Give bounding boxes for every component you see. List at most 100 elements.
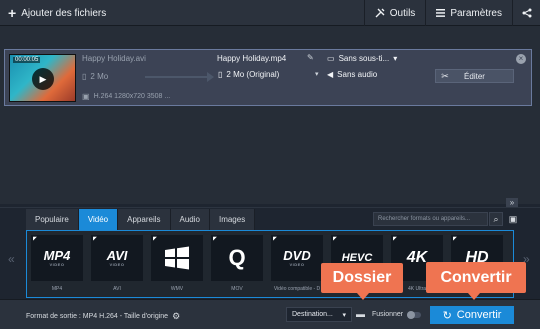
toolbar-right: Outils Paramètres [363, 0, 540, 26]
folder-callout-tip [357, 293, 369, 300]
output-file-name[interactable]: Happy Holiday.mp4 [217, 54, 286, 63]
file-icon: ▯ [218, 70, 223, 79]
format-card-box: ◤ DVD VIDEO [271, 235, 323, 281]
destination-dropdown[interactable]: Destination... ▾ [286, 307, 352, 322]
file-list-area: 00:00:05 ▶ Happy Holiday.avi ▯ 2 Mo ▣ H.… [0, 26, 540, 204]
chevron-down-icon: ▾ [393, 54, 398, 63]
tab-video[interactable]: Vidéo [78, 209, 119, 230]
format-card-dvd[interactable]: ◤ DVD VIDEO Vidéo compatible - D [271, 235, 323, 293]
search-icon[interactable]: ⌕ [489, 212, 503, 226]
format-label: MOV [231, 286, 243, 292]
tab-popular[interactable]: Populaire [26, 209, 79, 230]
output-size-caret-icon[interactable]: ▾ [315, 70, 319, 78]
scissors-icon: ✂ [441, 70, 449, 81]
settings-label: Paramètres [450, 7, 502, 19]
merge-label: Fusionner [372, 311, 404, 318]
format-card-box: ◤ MP4 VIDEO [31, 235, 83, 281]
format-logo: DVD VIDEO [283, 248, 311, 267]
output-size[interactable]: ▯ 2 Mo (Original) [218, 70, 279, 79]
preset-icon: ◤ [453, 236, 457, 242]
top-toolbar: + Ajouter des fichiers Outils Paramètres [0, 0, 540, 26]
file-row[interactable]: 00:00:05 ▶ Happy Holiday.avi ▯ 2 Mo ▣ H.… [4, 49, 532, 106]
destination-label: Destination... [292, 311, 333, 318]
quicktime-logo-icon: Q [228, 245, 246, 270]
video-icon: ▣ [82, 92, 90, 101]
format-label: AVI [113, 286, 121, 292]
format-search-input[interactable]: Rechercher formats ou appareils... [373, 212, 488, 226]
subtitles-icon: ▭ [327, 54, 335, 63]
chevron-down-icon: ▾ [342, 311, 346, 319]
tools-label: Outils [389, 7, 416, 19]
tools-icon [375, 8, 385, 18]
tab-audio[interactable]: Audio [170, 209, 210, 230]
format-logo: HEVC [341, 251, 373, 264]
edit-button[interactable]: ✂ Éditer [435, 69, 514, 83]
source-size: ▯ 2 Mo [82, 72, 108, 81]
rename-pencil-icon[interactable]: ✎ [307, 53, 314, 62]
source-info: ▣ H.264 1280x720 3508 ... [82, 92, 170, 101]
conversion-arrow [145, 76, 208, 78]
preset-icon: ◤ [213, 236, 217, 242]
format-card-wmv[interactable]: ◤ WMV [151, 235, 203, 293]
refresh-icon: ↻ [442, 309, 452, 322]
conversion-arrow-head [207, 72, 214, 82]
add-files-button[interactable]: + Ajouter des fichiers [0, 0, 114, 26]
format-label: MP4 [51, 286, 63, 292]
convert-callout: Convertir [426, 262, 526, 293]
audio-dropdown[interactable]: ◀ Sans audio [327, 70, 377, 79]
preset-icon: ◤ [393, 236, 397, 242]
bottom-bar: Format de sortie : MP4 H.264 - Taille d'… [0, 299, 540, 329]
preset-icon: ◤ [153, 236, 157, 242]
format-card-box: ◤ [151, 235, 203, 281]
toggle-knob [407, 311, 415, 319]
preset-icon: ◤ [33, 236, 37, 242]
folder-icon[interactable]: ▬ [356, 309, 365, 319]
format-logo: MP4 VIDEO [43, 248, 71, 267]
tab-images[interactable]: Images [209, 209, 256, 230]
video-thumbnail[interactable]: 00:00:05 ▶ [9, 54, 76, 102]
subtitles-dropdown[interactable]: ▭ Sans sous-ti... ▾ [327, 54, 397, 63]
subtitles-value: Sans sous-ti... [338, 54, 390, 63]
gear-icon[interactable]: ⚙ [172, 311, 180, 322]
preset-icon: ◤ [273, 236, 277, 242]
source-size-value: 2 Mo [90, 72, 109, 81]
output-size-value: 2 Mo (Original) [226, 70, 280, 79]
format-card-box: ◤ AVI VIDEO [91, 235, 143, 281]
format-label: WMV [170, 286, 184, 292]
merge-toggle[interactable] [407, 311, 421, 319]
convert-button[interactable]: ↻ Convertir [430, 306, 514, 324]
thumbnail-time: 00:00:05 [13, 57, 41, 63]
menu-icon [436, 9, 446, 17]
format-card-mp4[interactable]: ◤ MP4 VIDEO MP4 [31, 235, 83, 293]
close-icon[interactable]: × [516, 54, 526, 64]
source-info-value: H.264 1280x720 3508 ... [93, 93, 171, 100]
format-tabs: Populaire Vidéo Appareils Audio Images [26, 209, 256, 230]
preset-icon: ◤ [93, 236, 97, 242]
folder-callout: Dossier [321, 263, 403, 293]
format-logo: 4K [406, 249, 428, 266]
format-card-box: ◤ Q [211, 235, 263, 281]
add-files-label: Ajouter des fichiers [21, 7, 107, 19]
tab-devices[interactable]: Appareils [118, 209, 171, 230]
edit-button-label: Éditer [464, 71, 485, 81]
file-icon: ▯ [82, 72, 87, 81]
format-label: Vidéo compatible - D [273, 286, 321, 292]
preset-icon: ◤ [333, 236, 337, 242]
format-logo: AVI VIDEO [106, 248, 128, 267]
scroll-left-icon[interactable]: « [8, 252, 15, 266]
audio-value: Sans audio [337, 70, 378, 79]
format-card-mov[interactable]: ◤ Q MOV [211, 235, 263, 293]
share-icon [522, 8, 531, 18]
speaker-icon: ◀ [327, 70, 334, 79]
convert-callout-tip [468, 293, 480, 300]
plus-icon: + [8, 5, 17, 21]
output-format: Format de sortie : MP4 H.264 - Taille d'… [26, 311, 180, 322]
settings-button[interactable]: Paramètres [425, 0, 512, 26]
play-icon[interactable]: ▶ [32, 68, 54, 90]
format-card-avi[interactable]: ◤ AVI VIDEO AVI [91, 235, 143, 293]
tools-button[interactable]: Outils [363, 0, 426, 26]
device-search-icon[interactable]: ▣ [506, 212, 520, 226]
windows-logo-icon [165, 246, 189, 270]
convert-label: Convertir [456, 309, 502, 321]
share-button[interactable] [512, 0, 540, 26]
